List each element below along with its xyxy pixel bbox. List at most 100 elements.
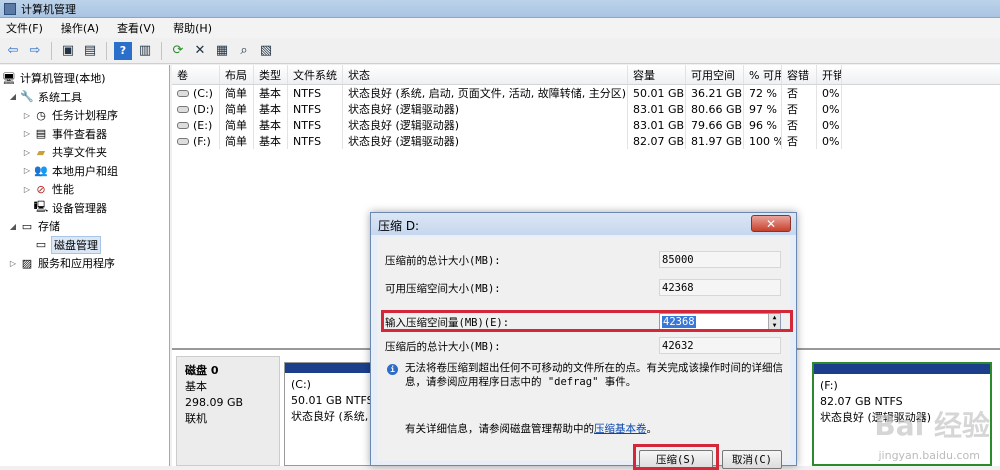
expand-icon[interactable]: ◢ (8, 222, 18, 231)
tree-item-task-scheduler[interactable]: ▷ ◷ 任务计划程序 (0, 106, 169, 125)
column-header-capacity[interactable]: 容量 (628, 65, 686, 84)
navigation-tree: 🖥 计算机管理(本地) ◢ 🔧 系统工具 ▷ ◷ 任务计划程序 ▷ ▤ 事件查看… (0, 65, 170, 466)
column-header-filesystem[interactable]: 文件系统 (288, 65, 343, 84)
volume-name: (C:) (193, 86, 213, 100)
table-row[interactable]: (F:) 简单 基本 NTFS 状态良好 (逻辑驱动器) 82.07 GB 81… (172, 133, 1000, 149)
volume-name: (F:) (193, 134, 211, 148)
table-row[interactable]: (E:) 简单 基本 NTFS 状态良好 (逻辑驱动器) 83.01 GB 79… (172, 117, 1000, 133)
expand-icon[interactable]: ▷ (22, 185, 32, 194)
users-icon: 👥 (34, 164, 48, 178)
cell-filesystem: NTFS (288, 133, 343, 149)
tree-item-shared-folders[interactable]: ▷ ▰ 共享文件夹 (0, 143, 169, 162)
total-after-value: 42632 (659, 337, 781, 354)
cell-filesystem: NTFS (288, 117, 343, 133)
menu-file[interactable]: 文件(F) (4, 19, 45, 37)
cell-overhead: 0% (817, 85, 842, 101)
drive-icon (177, 121, 189, 129)
column-header-overhead[interactable]: 开销 (817, 65, 842, 84)
cell-percent-free: 72 % (744, 85, 782, 101)
disk-0-label[interactable]: 磁盘 0 基本 298.09 GB 联机 (176, 356, 280, 466)
volume-name: (E:) (193, 118, 213, 132)
cell-status: 状态良好 (逻辑驱动器) (343, 117, 628, 133)
tree-item-label: 服务和应用程序 (38, 257, 115, 271)
tree-item-performance[interactable]: ▷ ⊘ 性能 (0, 180, 169, 199)
tree-item-device-manager[interactable]: 🖳 设备管理器 (0, 199, 169, 218)
expand-icon[interactable]: ▷ (22, 111, 32, 120)
cell-free-space: 36.21 GB (686, 85, 744, 101)
window-title: 计算机管理 (21, 2, 76, 16)
help-suffix: 。 (646, 423, 658, 435)
tools-icon: 🔧 (20, 90, 34, 104)
cell-layout: 简单 (220, 133, 254, 149)
tree-item-event-viewer[interactable]: ▷ ▤ 事件查看器 (0, 125, 169, 144)
column-header-percent-free[interactable]: % 可用 (744, 65, 782, 84)
search-icon[interactable]: ⌕ (235, 42, 253, 60)
tree-item-services-apps[interactable]: ▷ ▨ 服务和应用程序 (0, 254, 169, 273)
table-row[interactable]: (C:) 简单 基本 NTFS 状态良好 (系统, 启动, 页面文件, 活动, … (172, 85, 1000, 101)
tree-item-label: 设备管理器 (52, 201, 107, 215)
menu-view[interactable]: 查看(V) (115, 19, 157, 37)
available-space-value: 42368 (659, 279, 781, 296)
column-header-volume[interactable]: 卷 (172, 65, 220, 84)
up-folder-icon[interactable]: ▣ (59, 42, 77, 60)
computer-management-icon (4, 2, 16, 15)
help-icon[interactable]: ? (114, 41, 132, 60)
cell-overhead: 0% (817, 101, 842, 117)
cell-capacity: 83.01 GB (628, 117, 686, 133)
column-header-type[interactable]: 类型 (254, 65, 288, 84)
cell-capacity: 50.01 GB (628, 85, 686, 101)
window-titlebar: 计算机管理 (0, 0, 1000, 18)
cell-free-space: 79.66 GB (686, 117, 744, 133)
cell-type: 基本 (254, 101, 288, 117)
delete-icon[interactable]: ✕ (191, 42, 209, 60)
close-icon[interactable]: ✕ (751, 215, 791, 232)
partition-bar (285, 363, 383, 373)
open-icon[interactable]: ▦ (213, 42, 231, 60)
partition-status: 状态良好 (系统, (291, 410, 369, 423)
partition-bar (814, 364, 990, 374)
expand-icon[interactable]: ▷ (22, 166, 32, 175)
partition-c[interactable]: (C:) 50.01 GB NTFS 状态良好 (系统, (284, 362, 384, 466)
expand-icon[interactable]: ◢ (8, 92, 18, 101)
tree-item-disk-management[interactable]: ▭ 磁盘管理 (0, 235, 169, 255)
settings-icon[interactable]: ▧ (257, 42, 275, 60)
expand-icon[interactable]: ▷ (22, 148, 32, 157)
expand-icon[interactable]: ▷ (22, 129, 32, 138)
help-link[interactable]: 压缩基本卷 (594, 423, 647, 435)
menu-help[interactable]: 帮助(H) (171, 19, 214, 37)
cell-volume: (F:) (172, 133, 220, 149)
drive-icon (177, 137, 189, 145)
forward-icon[interactable]: ⇨ (26, 42, 44, 60)
column-header-status[interactable]: 状态 (343, 65, 628, 84)
event-viewer-icon: ▤ (35, 127, 47, 141)
cell-free-space: 81.97 GB (686, 133, 744, 149)
cell-free-space: 80.66 GB (686, 101, 744, 117)
column-header-layout[interactable]: 布局 (220, 65, 254, 84)
properties-icon[interactable]: ▥ (136, 42, 154, 60)
cancel-button[interactable]: 取消(C) (722, 450, 782, 469)
tree-item-storage[interactable]: ◢ ▭ 存储 (0, 217, 169, 236)
column-header-free-space[interactable]: 可用空间 (686, 65, 744, 84)
table-row[interactable]: (D:) 简单 基本 NTFS 状态良好 (逻辑驱动器) 83.01 GB 80… (172, 101, 1000, 117)
cell-capacity: 82.07 GB (628, 133, 686, 149)
storage-icon: ▭ (21, 219, 33, 233)
expand-icon[interactable]: ▷ (8, 259, 18, 268)
tree-item-local-users[interactable]: ▷ 👥 本地用户和组 (0, 162, 169, 181)
tree-item-system-tools[interactable]: ◢ 🔧 系统工具 (0, 88, 169, 107)
tree-item-label: 事件查看器 (52, 127, 107, 141)
refresh-icon[interactable]: ⟳ (169, 42, 187, 60)
show-tree-icon[interactable]: ▤ (81, 42, 99, 60)
menu-action[interactable]: 操作(A) (59, 19, 101, 37)
tree-item-computer-management[interactable]: 🖥 计算机管理(本地) (0, 69, 169, 88)
cell-percent-free: 97 % (744, 101, 782, 117)
total-before-value: 85000 (659, 251, 781, 268)
tree-item-label: 计算机管理(本地) (20, 72, 106, 86)
services-icon: ▨ (21, 256, 33, 270)
drive-icon (177, 105, 189, 113)
tree-item-label: 磁盘管理 (51, 235, 101, 254)
available-space-label: 可用压缩空间大小(MB): (385, 282, 501, 295)
back-icon[interactable]: ⇦ (4, 42, 22, 60)
cell-status: 状态良好 (系统, 启动, 页面文件, 活动, 故障转储, 主分区) (343, 85, 628, 101)
column-header-fault-tolerance[interactable]: 容错 (782, 65, 817, 84)
volume-name: (D:) (193, 102, 214, 116)
